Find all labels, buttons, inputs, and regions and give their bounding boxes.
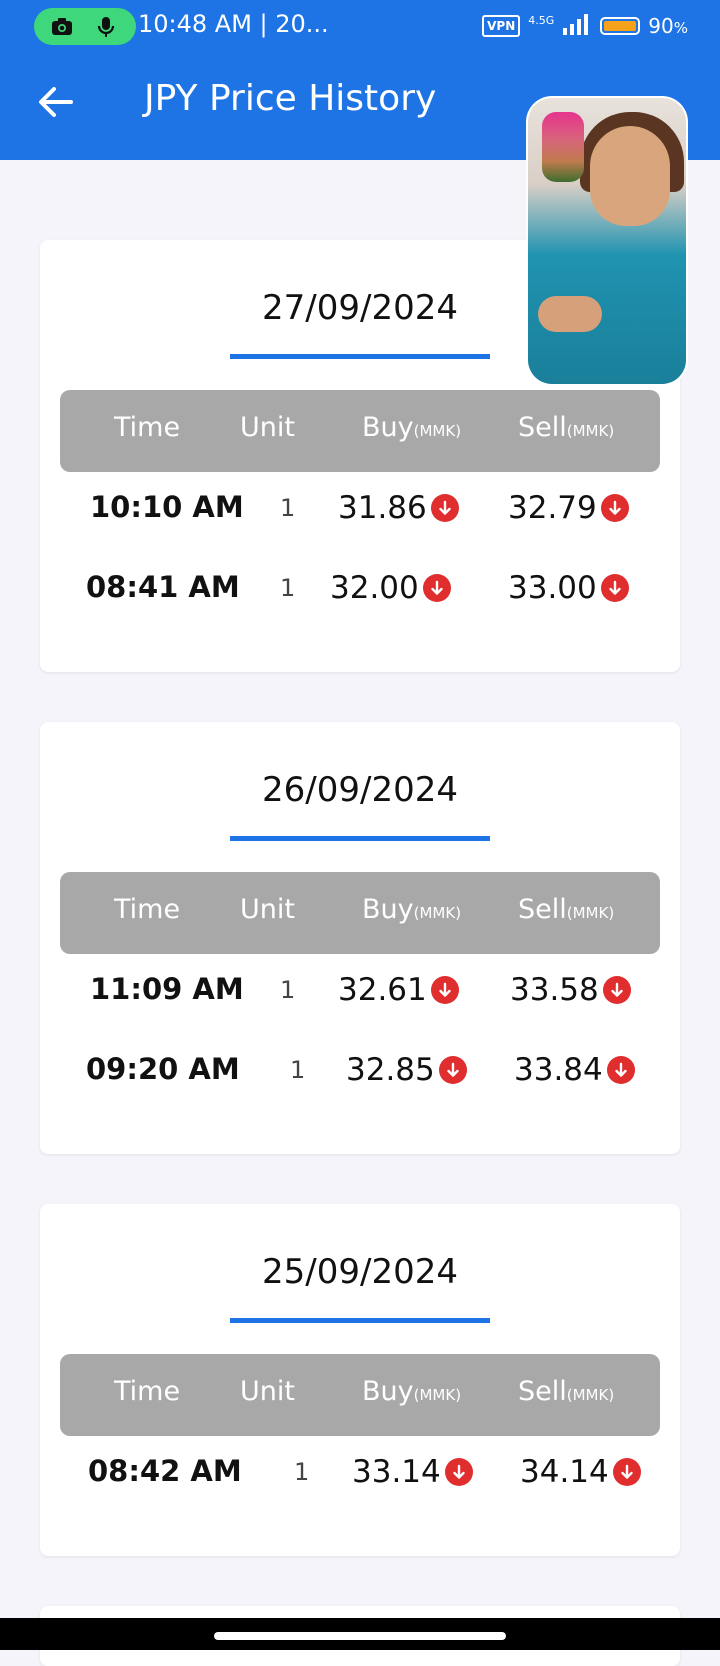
status-bar: 10:48 AM | 20... VPN 4.5G 90%	[0, 0, 720, 52]
header-time: Time	[114, 412, 181, 443]
row-sell: 33.84	[514, 1052, 635, 1088]
header-sell: Sell(MMK)	[518, 894, 615, 925]
row-unit: 1	[290, 1056, 306, 1084]
header-buy: Buy(MMK)	[362, 412, 462, 443]
row-unit: 1	[280, 976, 296, 1004]
price-card: 25/09/2024 Time Unit Buy(MMK) Sell(MMK) …	[40, 1204, 680, 1556]
table-header: Time Unit Buy(MMK) Sell(MMK)	[60, 390, 660, 472]
table-row: 09:20 AM 1 32.85 33.84	[60, 1042, 660, 1102]
back-button[interactable]	[34, 82, 78, 126]
table-header: Time Unit Buy(MMK) Sell(MMK)	[60, 1354, 660, 1436]
video-feed	[528, 98, 686, 384]
down-arrow-icon	[438, 1056, 467, 1084]
signal-icon	[562, 13, 592, 39]
price-card: 26/09/2024 Time Unit Buy(MMK) Sell(MMK) …	[40, 722, 680, 1154]
vpn-icon: VPN	[482, 15, 521, 37]
row-time: 08:41 AM	[86, 570, 240, 604]
date-underline	[230, 354, 490, 359]
date-underline	[230, 836, 490, 841]
video-call-overlay[interactable]	[526, 96, 688, 386]
row-buy: 32.85	[346, 1052, 467, 1088]
row-time: 08:42 AM	[88, 1454, 242, 1488]
screen-recording-indicator[interactable]	[34, 8, 136, 45]
header-sell: Sell(MMK)	[518, 1376, 615, 1407]
card-date: 25/09/2024	[262, 1252, 458, 1292]
row-time: 10:10 AM	[90, 490, 244, 524]
row-buy: 32.00	[330, 570, 451, 606]
row-buy: 33.14	[352, 1454, 473, 1490]
header-unit: Unit	[240, 894, 295, 925]
row-sell: 33.00	[508, 570, 629, 606]
table-header: Time Unit Buy(MMK) Sell(MMK)	[60, 872, 660, 954]
row-sell: 32.79	[508, 490, 629, 526]
down-arrow-icon	[602, 976, 631, 1004]
down-arrow-icon	[612, 1458, 641, 1486]
battery-percent: 90%	[648, 14, 688, 38]
home-gesture-handle[interactable]	[214, 1632, 506, 1640]
header-time: Time	[114, 894, 181, 925]
row-unit: 1	[280, 574, 296, 602]
down-arrow-icon	[422, 574, 451, 602]
page-title: JPY Price History	[144, 78, 437, 119]
header-buy: Buy(MMK)	[362, 1376, 462, 1407]
status-time: 10:48 AM | 20...	[138, 10, 329, 38]
down-arrow-icon	[600, 574, 629, 602]
video-person-hand	[538, 296, 602, 332]
date-underline	[230, 1318, 490, 1323]
header-buy: Buy(MMK)	[362, 894, 462, 925]
self-view-thumbnail[interactable]	[542, 112, 584, 182]
row-sell: 34.14	[520, 1454, 641, 1490]
microphone-icon	[94, 15, 118, 39]
down-arrow-icon	[606, 1056, 635, 1084]
header-unit: Unit	[240, 1376, 295, 1407]
down-arrow-icon	[600, 494, 629, 522]
table-row: 11:09 AM 1 32.61 33.58	[60, 962, 660, 1022]
row-time: 11:09 AM	[90, 972, 244, 1006]
header-time: Time	[114, 1376, 181, 1407]
header-unit: Unit	[240, 412, 295, 443]
status-icons: VPN 4.5G 90%	[482, 12, 688, 40]
network-type: 4.5G	[528, 13, 555, 27]
down-arrow-icon	[430, 976, 459, 1004]
row-unit: 1	[280, 494, 296, 522]
video-person-face	[590, 126, 670, 226]
row-buy: 32.61	[338, 972, 459, 1008]
table-row: 08:41 AM 1 32.00 33.00	[60, 560, 660, 620]
battery-icon	[600, 17, 641, 35]
arrow-left-icon	[38, 86, 74, 122]
row-buy: 31.86	[338, 490, 459, 526]
row-time: 09:20 AM	[86, 1052, 240, 1086]
card-date: 26/09/2024	[262, 770, 458, 810]
row-sell: 33.58	[510, 972, 631, 1008]
camera-icon	[50, 15, 74, 39]
down-arrow-icon	[430, 494, 459, 522]
table-row: 08:42 AM 1 33.14 34.14	[60, 1444, 660, 1504]
down-arrow-icon	[444, 1458, 473, 1486]
row-unit: 1	[294, 1458, 310, 1486]
table-row: 10:10 AM 1 31.86 32.79	[60, 480, 660, 540]
header-sell: Sell(MMK)	[518, 412, 615, 443]
